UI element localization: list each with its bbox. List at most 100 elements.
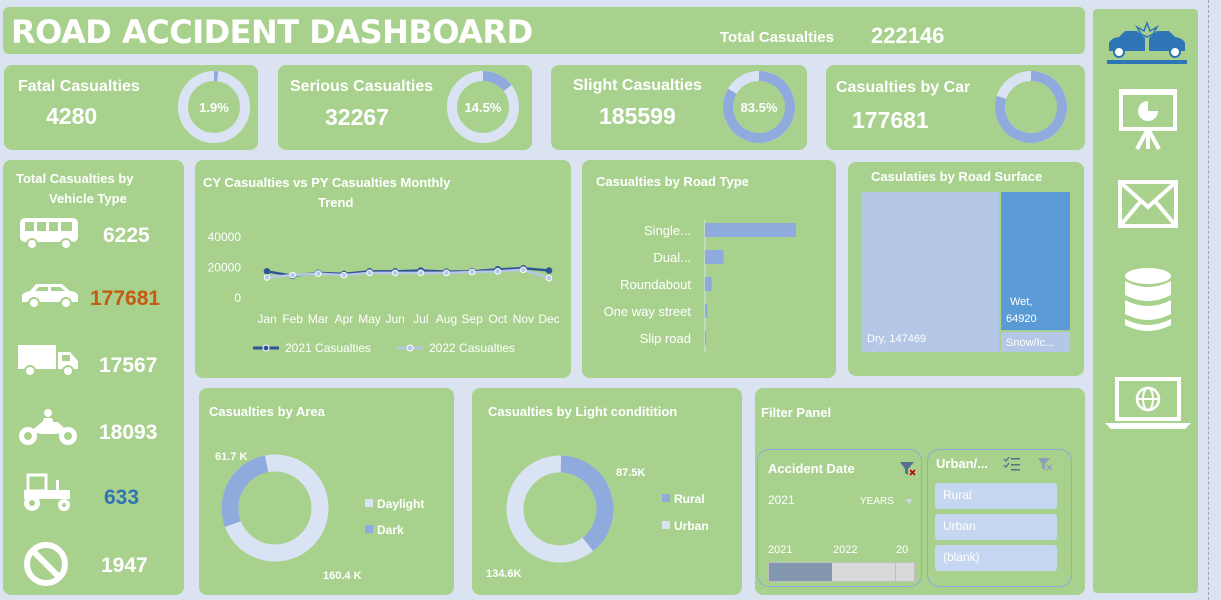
timeline-year-2022[interactable]: 2022 [833, 544, 857, 556]
series-point [263, 268, 271, 275]
series-point [520, 266, 527, 274]
y-tick-label: 40000 [208, 230, 242, 244]
kpi-donut: 83.5% [723, 71, 795, 143]
y-tick-label: 20000 [208, 261, 242, 275]
presentation-icon[interactable] [1117, 87, 1179, 151]
timeline-year-next[interactable]: 20 [896, 544, 908, 556]
legend-label: Daylight [377, 497, 424, 511]
kpi-pct-label: 14.5% [465, 100, 502, 115]
series-point [468, 268, 476, 276]
accident-date-timeline[interactable]: Accident Date 2021 YEARS 2021 2022 20 [757, 449, 922, 587]
multi-select-icon[interactable] [1003, 456, 1021, 472]
legend-label: Urban [674, 519, 709, 533]
urban-rural-slicer[interactable]: Urban/... Rural Urban (blank) [927, 449, 1072, 587]
series-point [391, 269, 399, 277]
kpi-donut: 1.9% [178, 71, 250, 143]
bar [705, 304, 708, 318]
title-bar: ROAD ACCIDENT DASHBOARD Total Casualties… [3, 7, 1085, 54]
kpi-value: 177681 [852, 107, 929, 133]
bus-icon [20, 218, 78, 250]
legend-swatch [662, 494, 670, 502]
vehicle-value-other: 1947 [101, 554, 148, 577]
donut-data-label: 134.6K [486, 568, 522, 580]
legend-swatch [662, 521, 670, 529]
vehicle-panel-subtitle: Vehicle Type [49, 191, 127, 206]
category-label: Single... [644, 223, 691, 238]
kpi-label: Serious Casualties [290, 78, 434, 95]
road-surface-panel: Casulaties by Road Surface Dry, 147469 W… [848, 162, 1084, 376]
vehicle-value-tractor: 633 [104, 486, 140, 509]
x-tick-label: Nov [513, 312, 534, 326]
kpi-donut-arc [482, 71, 512, 92]
series-point [366, 269, 373, 277]
bar [705, 277, 712, 291]
donut-data-label: 160.4 K [323, 570, 362, 582]
truck-icon [18, 345, 78, 377]
light-condition-panel: Casualties by Light conditition Rural Urb… [472, 388, 742, 595]
timeline-selection: 2021 [768, 493, 795, 507]
surface-wet-label: Wet, [1010, 296, 1033, 308]
page-break-line [1208, 0, 1209, 600]
filter-title: Filter Panel [761, 405, 832, 420]
series-point [417, 269, 425, 277]
kpi-label: Slight Casualties [573, 77, 702, 94]
kpi-value: 185599 [599, 103, 676, 129]
kpi-pct-label: 83.5% [741, 100, 778, 115]
slicer-item-urban[interactable]: Urban [935, 514, 1057, 540]
surface-wet-value: 64920 [1006, 313, 1037, 325]
timeline-divider [895, 563, 896, 581]
timeline-selected-bar[interactable] [769, 563, 832, 581]
total-casualties-label: Total Casualties [720, 29, 834, 46]
donut-data-label: 61.7 K [215, 451, 247, 463]
donut-segment-rural [560, 455, 614, 552]
slicer-item-blank[interactable]: (blank) [935, 545, 1057, 571]
x-tick-label: Jan [257, 312, 276, 326]
car-icon [22, 284, 78, 309]
legend-swatch [365, 525, 373, 533]
clear-filter-icon[interactable] [1036, 456, 1054, 472]
kpi-fatal-card: Fatal Casualties 4280 1.9% [4, 65, 258, 150]
car-crash-icon[interactable] [1107, 21, 1187, 67]
kpi-value: 4280 [46, 103, 98, 129]
kpi-slight-card: Slight Casualties 185599 83.5% [551, 65, 807, 150]
trend-chart: 40000 20000 0 Jan Feb Mar Apr May Jun Jul Aug Sep Oc… [208, 230, 560, 355]
total-casualties-value: 222146 [871, 23, 945, 48]
database-icon[interactable] [1123, 267, 1173, 335]
mail-icon[interactable] [1117, 179, 1179, 229]
category-label: Slip road [640, 331, 691, 346]
monthly-trend-panel: CY Casualties vs PY Casualties Monthly T… [195, 160, 571, 378]
category-label: Roundabout [620, 277, 691, 292]
tractor-icon [24, 473, 70, 511]
x-tick-label: May [358, 312, 381, 326]
series-point [289, 271, 296, 279]
motorcycle-icon [19, 409, 77, 445]
bar [705, 331, 707, 345]
chevron-down-icon[interactable] [904, 498, 914, 506]
kpi-serious-card: Serious Casualties 32267 14.5% [278, 65, 532, 150]
area-panel: Casualties by Area Daylight Dark 61.7 K 160… [199, 388, 454, 595]
kpi-car-card: Casualties by Car 177681 [826, 65, 1085, 150]
legend-swatch [365, 499, 373, 507]
vehicle-value-truck: 17567 [99, 354, 158, 377]
series-point [494, 268, 502, 275]
vehicle-value-car: 177681 [90, 287, 161, 310]
laptop-web-icon[interactable] [1105, 375, 1191, 431]
kpi-value: 32267 [325, 104, 389, 130]
road-type-chart: Single... Dual... Roundabout One way street… [604, 220, 797, 352]
timeline-level-select[interactable]: YEARS [860, 496, 894, 507]
timeline-year-2021[interactable]: 2021 [768, 544, 792, 556]
x-tick-label: Sep [461, 312, 483, 326]
kpi-pct-label: 1.9% [199, 100, 229, 115]
x-tick-label: Jul [413, 312, 428, 326]
donut-segment-dark [221, 455, 269, 527]
surface-snow-label: Snow/Ic... [1006, 337, 1055, 349]
legend-label: 2021 Casualties [285, 341, 371, 355]
legend-label: 2022 Casualties [429, 341, 515, 355]
road-type-panel: Casualties by Road Type Single... Dual...… [582, 160, 836, 378]
clear-filter-icon[interactable] [898, 460, 918, 478]
category-label: One way street [604, 304, 692, 319]
timeline-track[interactable] [768, 562, 915, 582]
x-tick-label: Oct [488, 312, 507, 326]
slicer-item-rural[interactable]: Rural [935, 483, 1057, 509]
series-point [443, 269, 450, 277]
